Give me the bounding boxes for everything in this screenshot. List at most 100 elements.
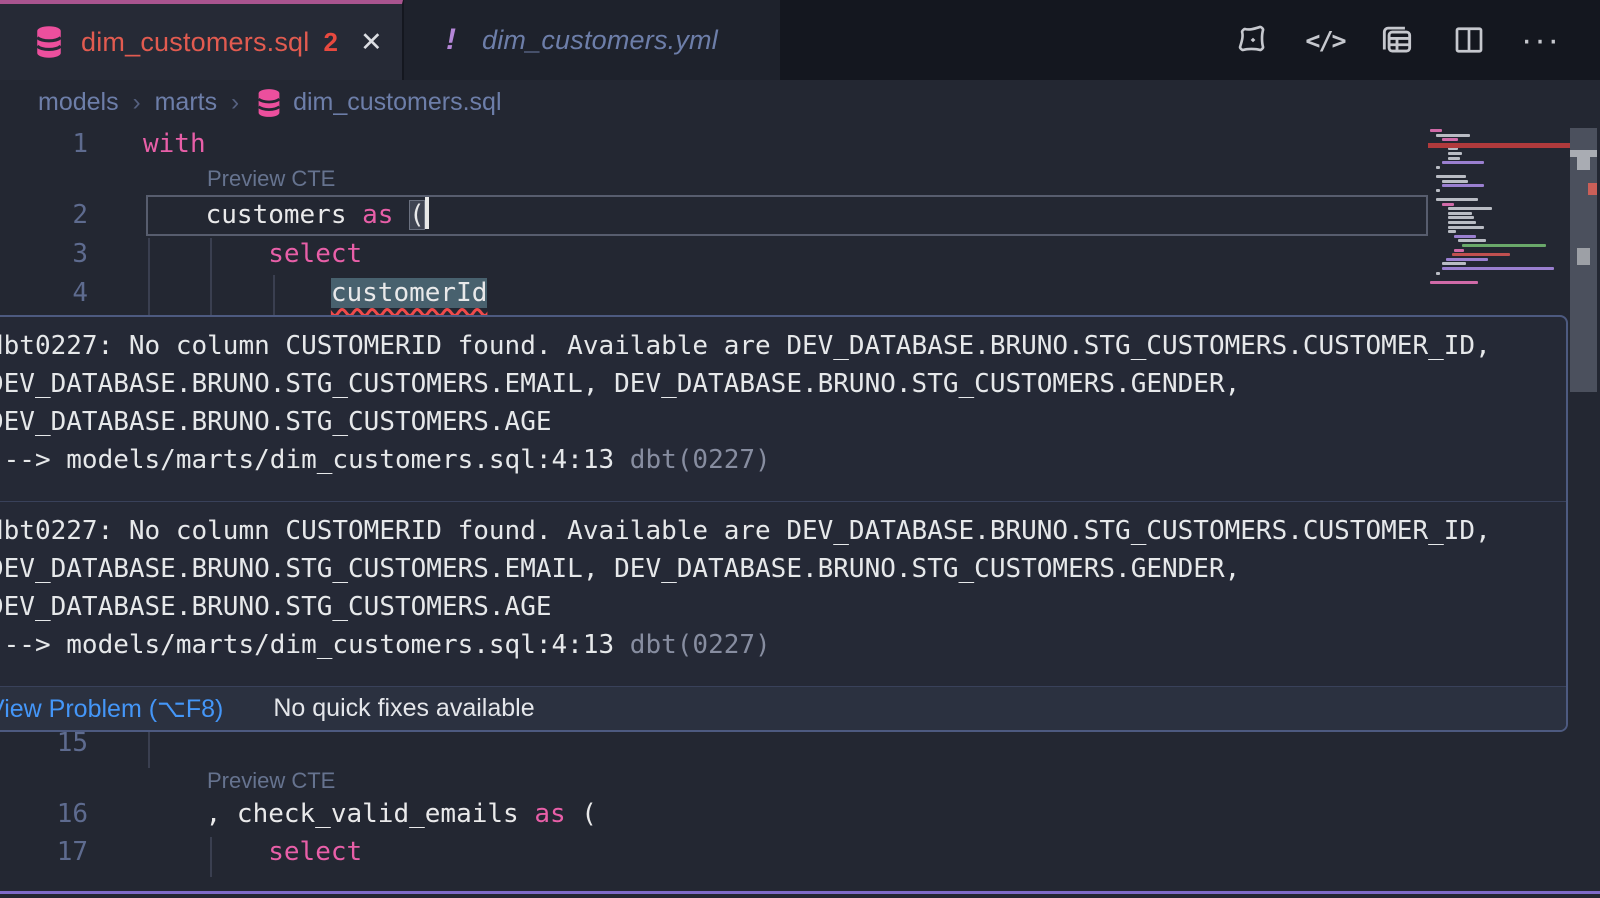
chevron-right-icon: ›	[231, 89, 239, 117]
minimap-code-line	[1436, 175, 1466, 178]
minimap-code-line	[1442, 161, 1484, 164]
minimap-code-line	[1442, 138, 1458, 141]
code-line[interactable]: 17 select	[0, 833, 1428, 872]
code-line[interactable]: 1 with	[0, 125, 1428, 164]
scrollbar-cursor-marker	[1577, 157, 1590, 170]
minimap-error-line	[1428, 143, 1570, 148]
line-number: 17	[0, 833, 88, 872]
diagnostic-location: --> models/marts/dim_customers.sql:4:13 …	[0, 626, 1556, 664]
indent-guide	[273, 275, 275, 315]
scrollbar-selection-marker	[1570, 150, 1597, 157]
diagnostic-text: DEV_DATABASE.BRUNO.STG_CUSTOMERS.EMAIL, …	[0, 365, 1556, 403]
minimap-code-line	[1448, 221, 1476, 224]
diagnostic-message-block: dbt0227: No column CUSTOMERID found. Ava…	[0, 317, 1566, 501]
chevron-right-icon: ›	[133, 89, 141, 117]
scrollbar[interactable]	[1570, 125, 1597, 898]
diagnostic-text: DEV_DATABASE.BRUNO.STG_CUSTOMERS.EMAIL, …	[0, 550, 1556, 588]
database-icon	[255, 88, 283, 118]
minimap-code-line	[1448, 226, 1484, 229]
line-number: 16	[0, 795, 88, 834]
diagnostic-text: dbt0227: No column CUSTOMERID found. Ava…	[0, 512, 1556, 550]
indent-guide	[210, 837, 212, 877]
codelens-preview-cte[interactable]: Preview CTE	[207, 765, 335, 797]
diagnostic-text: DEV_DATABASE.BRUNO.STG_CUSTOMERS.AGE	[0, 588, 1556, 626]
breadcrumb: models › marts › dim_customers.sql	[0, 80, 1428, 125]
quick-fix-message: No quick fixes available	[273, 694, 534, 723]
breadcrumb-marts[interactable]: marts	[155, 88, 218, 117]
diagnostic-text: dbt0227: No column CUSTOMERID found. Ava…	[0, 327, 1556, 365]
diagnostic-text: DEV_DATABASE.BRUNO.STG_CUSTOMERS.AGE	[0, 403, 1556, 441]
minimap-code-line	[1448, 230, 1456, 233]
database-icon	[33, 25, 65, 59]
minimap-code-line	[1436, 166, 1440, 169]
minimap-code-line	[1430, 129, 1442, 132]
code-text: select	[143, 235, 362, 274]
tab-dim-customers-yml[interactable]: ! dim_customers.yml	[404, 0, 780, 80]
minimap-code-line	[1452, 253, 1510, 256]
more-actions-icon[interactable]: ···	[1522, 21, 1560, 59]
minimap-code-line	[1430, 281, 1478, 284]
minimap-code-line	[1436, 272, 1440, 275]
codelens-preview-cte[interactable]: Preview CTE	[207, 163, 335, 195]
line-number: 1	[0, 125, 88, 164]
minimap-code-line	[1442, 184, 1484, 187]
scrollbar-error-marker	[1588, 183, 1597, 195]
problem-hover-popup: dbt0227: No column CUSTOMERID found. Ava…	[0, 315, 1568, 732]
panel-top-border	[0, 891, 1600, 894]
minimap-code-line	[1436, 198, 1478, 201]
current-line-highlight	[146, 195, 1428, 236]
diagnostic-code: dbt(0227)	[630, 630, 771, 660]
scrollbar-decoration-marker	[1577, 248, 1590, 265]
vscode-editor-window: dim_customers.sql 2 ✕ ! dim_customers.ym…	[0, 0, 1600, 898]
view-problem-link[interactable]: View Problem (⌥F8)	[0, 694, 223, 724]
query-results-table-icon[interactable]	[1378, 21, 1416, 59]
compile-code-icon[interactable]: </>	[1306, 21, 1344, 59]
code-line[interactable]: 4 customerId	[0, 274, 1428, 313]
minimap-code-line	[1448, 147, 1458, 150]
minimap-code-line	[1448, 157, 1460, 160]
minimap-code-line	[1446, 258, 1488, 261]
editor-actions: </> ···	[1234, 0, 1560, 80]
line-number: 2	[0, 196, 88, 235]
tab-badge: 2	[323, 27, 337, 58]
code-text: customerId	[143, 274, 487, 313]
code-text: , check_valid_emails as (	[143, 795, 597, 834]
minimap-code-line	[1454, 235, 1476, 238]
minimap-code-line	[1454, 249, 1464, 252]
breadcrumb-file[interactable]: dim_customers.sql	[293, 88, 501, 117]
code-line[interactable]: 16 , check_valid_emails as (	[0, 795, 1428, 834]
minimap-code-line	[1442, 262, 1466, 265]
minimap-code-line	[1448, 216, 1474, 219]
indent-guide	[210, 238, 212, 315]
minimap-code-line	[1442, 203, 1454, 206]
error-exclamation-icon: !	[446, 23, 456, 57]
diagnostic-location: --> models/marts/dim_customers.sql:4:13 …	[0, 441, 1556, 479]
tab-title: dim_customers.sql	[81, 27, 309, 58]
diagnostic-message-block: dbt0227: No column CUSTOMERID found. Ava…	[0, 502, 1566, 686]
minimap-code-line	[1448, 152, 1462, 155]
minimap-code-line	[1442, 267, 1554, 270]
indent-guide	[148, 238, 150, 315]
breadcrumb-models[interactable]: models	[38, 88, 119, 117]
line-number: 4	[0, 274, 88, 313]
tab-dim-customers-sql[interactable]: dim_customers.sql 2 ✕	[0, 0, 403, 80]
minimap-code-line	[1448, 212, 1472, 215]
minimap-code-line	[1436, 134, 1470, 137]
code-text: select	[143, 833, 362, 872]
minimap-code-line	[1462, 244, 1546, 247]
dbt-power-user-icon[interactable]	[1234, 21, 1272, 59]
code-text: with	[143, 125, 206, 164]
tab-title: dim_customers.yml	[482, 25, 718, 56]
split-editor-icon[interactable]	[1450, 21, 1488, 59]
minimap-code-line	[1458, 239, 1486, 242]
code-line[interactable]: 3 select	[0, 235, 1428, 274]
line-number: 3	[0, 235, 88, 274]
minimap-code-line	[1448, 207, 1492, 210]
editor-tab-bar: dim_customers.sql 2 ✕ ! dim_customers.ym…	[0, 0, 1600, 80]
close-icon[interactable]: ✕	[360, 29, 383, 56]
popup-status-bar: View Problem (⌥F8) No quick fixes availa…	[0, 686, 1566, 730]
diagnostic-code: dbt(0227)	[630, 445, 771, 475]
minimap-code-line	[1442, 180, 1468, 183]
code-editor[interactable]: 1withPreview CTE2 customers as (3 select…	[0, 125, 1600, 898]
minimap-code-line	[1436, 189, 1440, 192]
